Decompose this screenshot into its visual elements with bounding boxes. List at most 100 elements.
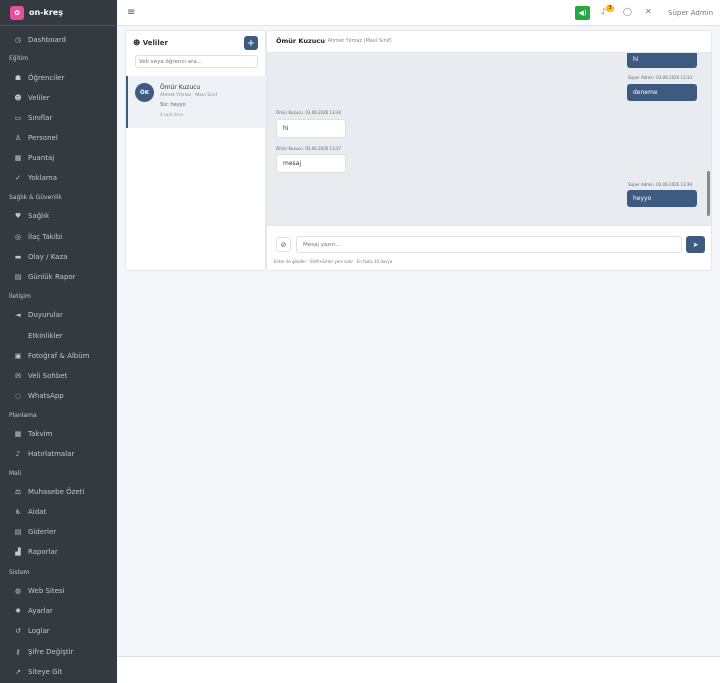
ifre-de-i-tir-icon: ⚷ [15, 648, 21, 656]
sidebar-item-s-n-flar[interactable]: ▭ Sınıflar [0, 110, 117, 126]
sidebar-item-aidat[interactable]: ₺ Aidat [0, 504, 117, 520]
avatar: ÖK [135, 83, 154, 102]
sidebar-item-label: Günlük Rapor [28, 273, 76, 281]
sidebar-item-label: Sağlık [28, 212, 50, 220]
brand-name: on-kreş [29, 8, 63, 17]
sidebar-item-label: Olay / Kaza [28, 253, 68, 261]
takvim-icon: ▦ [14, 430, 22, 438]
sidebar-item-dashboard[interactable]: ◷ Dashboard [0, 32, 117, 48]
siteye-git-icon: ↗ [15, 668, 21, 676]
composer-hint: Enter ile gönder · Shift+Enter yeni satı… [274, 259, 393, 264]
muhasebe-zeti-icon: ⚖ [14, 488, 22, 496]
sidebar-item-muhasebe-zeti[interactable]: ⚖ Muhasebe Özeti [0, 484, 117, 500]
paperclip-icon: ⊘ [280, 240, 287, 249]
aidat-icon: ₺ [15, 508, 21, 516]
sidebar-item-whatsapp[interactable]: ◌ WhatsApp [0, 388, 117, 404]
sidebar-item-ayarlar[interactable]: ✹ Ayarlar [0, 603, 117, 619]
sidebar-item-sa-l-k[interactable]: ♥ Sağlık [0, 208, 117, 224]
contact-search-input[interactable] [135, 55, 258, 68]
nav-header-egitim: Eğitim [9, 55, 29, 62]
sidebar-item-siteye-git[interactable]: ↗ Siteye Git [0, 664, 117, 680]
sidebar-item-label: Veliler [28, 94, 50, 102]
add-contact-button[interactable]: + [244, 36, 258, 50]
menu-toggle-icon[interactable]: ≡ [127, 7, 135, 18]
message-meta: Süper Admin 03.06.2026 13:39 [628, 182, 692, 187]
attach-button[interactable]: ⊘ [276, 237, 291, 252]
sidebar-item-giderler[interactable]: ▤ Giderler [0, 524, 117, 540]
user-menu[interactable]: Süper Admin [668, 9, 713, 17]
sidebar-item-renciler[interactable]: ☗ Öğrenciler [0, 70, 117, 86]
sidebar-item-label: Hatırlatmalar [28, 450, 75, 458]
sa-l-k-icon: ♥ [14, 212, 22, 220]
message-sender: Süper Admin [628, 182, 654, 187]
message-bubble: deneme [627, 84, 697, 101]
nav-header-sistem: Sistem [9, 569, 30, 576]
sidebar-item-olay-kaza[interactable]: ▬ Olay / Kaza [0, 249, 117, 265]
send-button[interactable]: ➤ [686, 236, 705, 253]
sidebar-item-duyurular[interactable]: ◄ Duyurular [0, 307, 117, 323]
message-list[interactable]: hi Süper Admin 03.06.2026 13:33 deneme Ö… [267, 53, 711, 225]
sidebar-item-label: Puantaj [28, 154, 55, 162]
message-meta: Süper Admin 03.06.2026 13:33 [628, 75, 692, 80]
sidebar-item-veliler[interactable]: ☻ Veliler [0, 90, 117, 106]
sidebar-item-label: Personel [28, 134, 58, 142]
message-sender: Süper Admin [628, 75, 654, 80]
contact-name: Ömür Kuzucu [160, 84, 201, 91]
message-input[interactable] [296, 236, 682, 253]
sidebar-item-personel[interactable]: ♙ Personel [0, 130, 117, 146]
olay-kaza-icon: ▬ [14, 253, 22, 261]
sidebar-item-label: Yoklama [28, 174, 58, 182]
sidebar-item-loglar[interactable]: ↺ Loglar [0, 623, 117, 639]
message-bubble: mesaj [276, 154, 346, 173]
sidebar-item-web-sitesi[interactable]: ◍ Web Sitesi [0, 583, 117, 599]
sidebar-item-label: Giderler [28, 528, 57, 536]
message-scrollbar[interactable] [707, 171, 710, 216]
contacts-title: ☻ Veliler [133, 39, 168, 47]
message-sender: Ömür Kuzucu [276, 110, 303, 115]
sidebar-item-ifre-de-i-tir[interactable]: ⚷ Şifre Değiştir [0, 644, 117, 660]
sidebar-item-etkinlikler[interactable]: Etkinlikler [0, 328, 117, 344]
contacts-title-text: Veliler [142, 39, 168, 47]
sidebar-item-raporlar[interactable]: ▟ Raporlar [0, 544, 117, 560]
sidebar-item-label: Veli Sohbet [28, 372, 68, 380]
veliler-icon: ☻ [14, 94, 22, 102]
sidebar-item-label: Aidat [28, 508, 47, 516]
contact-last-message: Siz: heyyo [160, 102, 186, 108]
sidebar-item-i-la-takibi[interactable]: ◎ İlaç Takibi [0, 229, 117, 245]
footer [117, 656, 720, 683]
chat-panel: Ömür Kuzucu — Ahmet Yılmaz (Mavi Sınıf) … [266, 30, 712, 271]
brand[interactable]: ✿ on-kreş [0, 0, 117, 26]
message-time: 03.06.2026 13:33 [656, 75, 692, 80]
notification-badge: 3 [606, 5, 614, 12]
sidebar-item-g-nl-k-rapor[interactable]: ▤ Günlük Rapor [0, 269, 117, 285]
raporlar-icon: ▟ [15, 548, 21, 556]
message-meta: Ömür Kuzucu 03.06.2026 13:34 [276, 110, 341, 115]
chat-header: Ömür Kuzucu — Ahmet Yılmaz (Mavi Sınıf) [267, 31, 711, 53]
sidebar-item-puantaj[interactable]: ▦ Puantaj [0, 150, 117, 166]
sidebar-item-label: Şifre Değiştir [28, 648, 74, 656]
sidebar-item-label: Siteye Git [28, 668, 63, 676]
message-sender: Ömür Kuzucu [276, 146, 303, 151]
sidebar-item-veli-sohbet[interactable]: ✉ Veli Sohbet [0, 368, 117, 384]
message-time: 03.06.2026 13:37 [305, 146, 342, 151]
giderler-icon: ▤ [14, 528, 22, 536]
sidebar-item-label: Takvim [28, 430, 53, 438]
sidebar-item-foto-raf-alb-m[interactable]: ▣ Fotoğraf & Albüm [0, 348, 117, 364]
sidebar-item-label: Duyurular [28, 311, 63, 319]
chat-bubble-icon[interactable]: ◯ [623, 7, 632, 16]
web-sitesi-icon: ◍ [14, 587, 22, 595]
fullscreen-icon[interactable]: ✕ [645, 7, 652, 16]
sidebar-item-label: Muhasebe Özeti [28, 488, 85, 496]
sidebar-item-takvim[interactable]: ▦ Takvim [0, 426, 117, 442]
contact-list-item[interactable]: ÖK Ömür Kuzucu Ahmet Yılmaz · Mavi Sınıf… [126, 76, 266, 128]
loglar-icon: ↺ [15, 627, 21, 635]
send-icon: ➤ [692, 240, 699, 249]
sidebar-item-hat-rlatmalar[interactable]: ♪ Hatırlatmalar [0, 446, 117, 462]
sidebar-item-label: Web Sitesi [28, 587, 65, 595]
sound-toggle-button[interactable]: ◀) [575, 6, 590, 20]
brand-logo-icon: ✿ [10, 5, 24, 20]
sidebar-item-yoklama[interactable]: ✓ Yoklama [0, 170, 117, 186]
sidebar-item-label: İlaç Takibi [28, 233, 63, 241]
sidebar-item-label: Etkinlikler [28, 332, 63, 340]
sidebar-item-label: Loglar [28, 627, 50, 635]
